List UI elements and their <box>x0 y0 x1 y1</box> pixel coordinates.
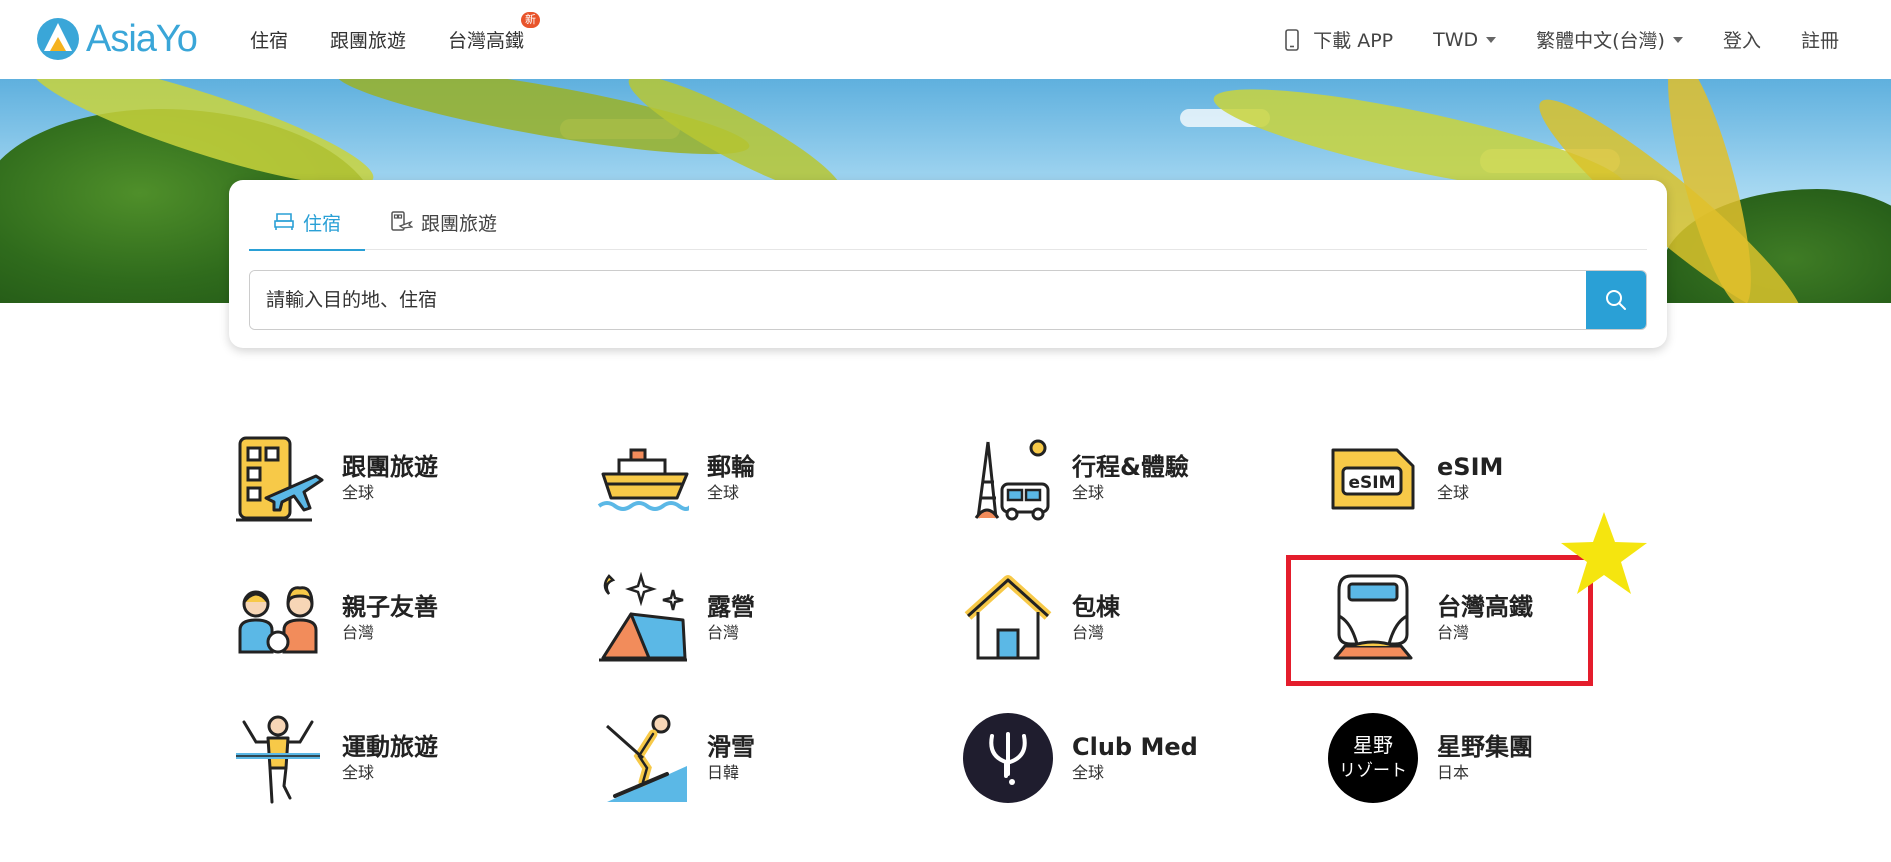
user-nav: 下載 APP TWD 繁體中文(台灣) 登入 註冊 <box>1245 0 1839 79</box>
main-nav: 住宿 跟團旅遊 台灣高鐵 新 <box>250 0 566 79</box>
login-link[interactable]: 登入 <box>1723 26 1761 53</box>
nav-item-group-tour[interactable]: 跟團旅遊 <box>330 26 406 53</box>
category-name: 運動旅遊 <box>342 733 438 761</box>
highlight-box <box>1286 555 1593 686</box>
eiffel-bus-icon <box>960 430 1056 526</box>
register-link[interactable]: 註冊 <box>1801 26 1839 53</box>
search-button[interactable] <box>1586 271 1646 329</box>
tab-accommodation[interactable]: 住宿 <box>249 194 366 251</box>
runner-icon <box>230 710 326 806</box>
tab-group-tour[interactable]: 跟團旅遊 <box>365 194 521 250</box>
category-name: Club Med <box>1072 733 1198 761</box>
category-region: 台灣 <box>342 623 375 642</box>
category-region: 全球 <box>1437 483 1470 502</box>
hoshino-logo-line2: リゾート <box>1339 761 1407 781</box>
category-name: 滑雪 <box>707 733 755 761</box>
search-panel: 住宿 跟團旅遊 <box>229 180 1667 348</box>
search-box <box>249 270 1647 330</box>
cruise-ship-icon <box>595 430 691 526</box>
clubmed-logo-icon <box>960 710 1056 806</box>
top-navigation-bar: AsiaYo 住宿 跟團旅遊 台灣高鐵 新 下載 APP TWD 繁體中文(台灣… <box>0 0 1891 79</box>
asiayo-logo[interactable]: AsiaYo <box>36 17 198 61</box>
tent-icon <box>595 570 691 666</box>
nav-item-thsr-label: 台灣高鐵 <box>448 30 525 52</box>
category-skiing[interactable]: 滑雪 日韓 <box>595 710 755 806</box>
category-name: 包棟 <box>1072 593 1120 621</box>
category-region: 全球 <box>1072 763 1105 782</box>
chevron-down-icon <box>1486 36 1497 43</box>
tab-accommodation-label: 住宿 <box>303 212 342 235</box>
esim-icon-text: eSIM <box>1348 473 1395 493</box>
category-camping[interactable]: 露營 台灣 <box>595 570 755 666</box>
category-name: 跟團旅遊 <box>342 453 438 481</box>
category-region: 日韓 <box>707 763 740 782</box>
star-icon <box>1561 512 1647 594</box>
category-name: 行程&體驗 <box>1072 453 1189 481</box>
search-input[interactable] <box>250 271 1586 329</box>
bed-icon <box>274 213 294 230</box>
download-app-link[interactable]: 下載 APP <box>1285 26 1393 53</box>
category-name: 親子友善 <box>342 593 438 621</box>
esim-card-icon: eSIM <box>1325 430 1421 526</box>
category-region: 全球 <box>707 483 740 502</box>
search-tabs: 住宿 跟團旅遊 <box>249 194 1647 251</box>
asiayo-logo-icon <box>37 18 79 60</box>
search-icon <box>1606 290 1626 310</box>
logo-text: AsiaYo <box>86 17 198 60</box>
family-icon <box>230 570 326 666</box>
skier-icon <box>595 710 691 806</box>
house-icon <box>960 570 1056 666</box>
category-region: 全球 <box>1072 483 1105 502</box>
nav-item-accommodation[interactable]: 住宿 <box>250 26 288 53</box>
category-esim[interactable]: eSIM eSIM 全球 <box>1325 430 1503 526</box>
mobile-phone-icon <box>1285 28 1299 51</box>
currency-label: TWD <box>1433 28 1479 51</box>
category-family-friendly[interactable]: 親子友善 台灣 <box>230 570 438 666</box>
hoshino-logo-icon: 星野 リゾート <box>1325 710 1421 806</box>
new-badge: 新 <box>521 12 541 28</box>
tour-icon <box>391 211 414 231</box>
language-label: 繁體中文(台灣) <box>1536 30 1665 52</box>
category-name: 郵輪 <box>707 453 755 481</box>
category-name: 星野集團 <box>1437 733 1533 761</box>
category-group-tour[interactable]: 跟團旅遊 全球 <box>230 430 438 526</box>
tab-group-tour-label: 跟團旅遊 <box>421 212 498 235</box>
chevron-down-icon <box>1672 36 1683 43</box>
category-region: 台灣 <box>707 623 740 642</box>
hoshino-logo-line1: 星野 <box>1353 733 1393 757</box>
category-cruise[interactable]: 郵輪 全球 <box>595 430 755 526</box>
category-activities[interactable]: 行程&體驗 全球 <box>960 430 1189 526</box>
category-region: 全球 <box>342 763 375 782</box>
category-sports-travel[interactable]: 運動旅遊 全球 <box>230 710 438 806</box>
category-region: 日本 <box>1437 763 1470 782</box>
category-club-med[interactable]: Club Med 全球 <box>960 710 1198 806</box>
category-whole-house[interactable]: 包棟 台灣 <box>960 570 1120 666</box>
language-select[interactable]: 繁體中文(台灣) <box>1536 26 1683 53</box>
download-app-label: 下載 APP <box>1313 30 1394 52</box>
category-region: 全球 <box>342 483 375 502</box>
building-plane-icon <box>230 430 326 526</box>
category-name: 露營 <box>707 593 755 621</box>
category-name: eSIM <box>1437 453 1504 481</box>
nav-item-thsr[interactable]: 台灣高鐵 新 <box>448 12 541 53</box>
category-region: 台灣 <box>1072 623 1105 642</box>
category-hoshino[interactable]: 星野 リゾート 星野集團 日本 <box>1325 710 1533 806</box>
currency-select[interactable]: TWD <box>1433 28 1497 51</box>
